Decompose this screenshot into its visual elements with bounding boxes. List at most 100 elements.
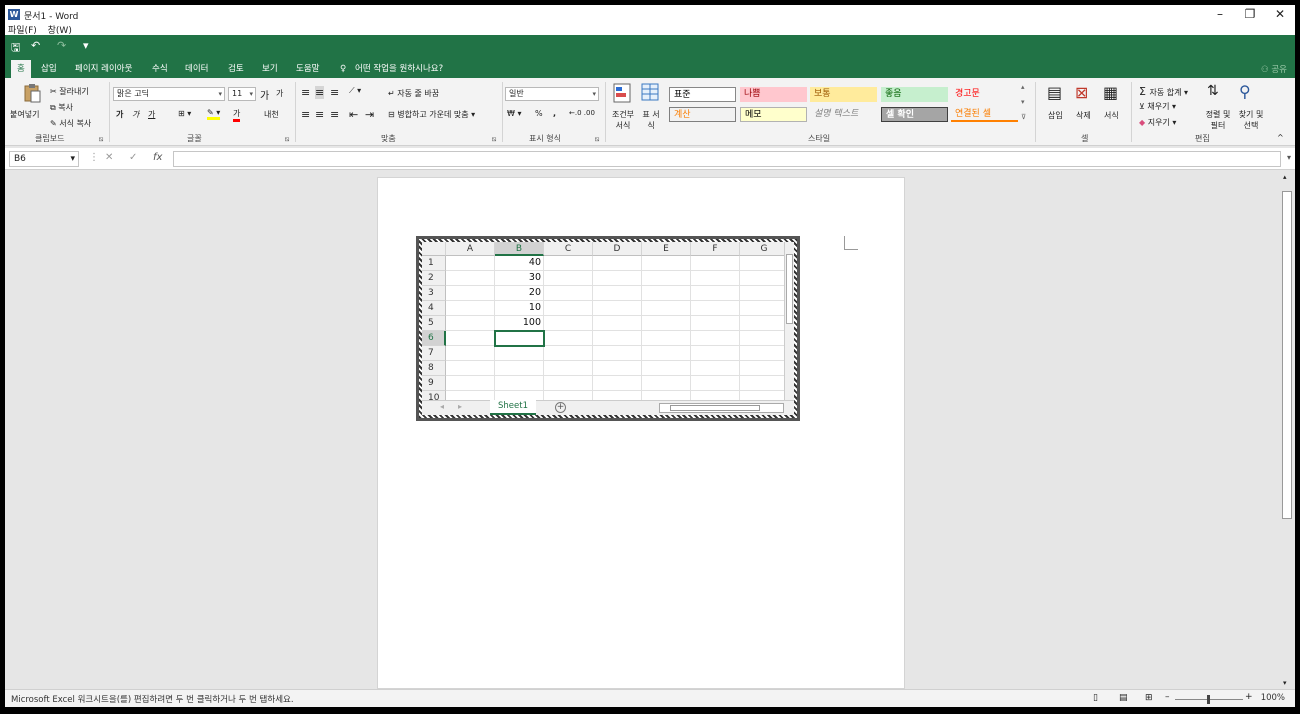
cell-e4[interactable] xyxy=(642,301,691,316)
horizontal-scrollbar[interactable] xyxy=(659,403,784,413)
cell-g4[interactable] xyxy=(740,301,789,316)
column-header-b[interactable]: B xyxy=(495,242,544,256)
align-top-icon[interactable]: ≡ xyxy=(301,86,310,99)
cell-b5[interactable]: 100 xyxy=(495,316,544,331)
row-header-2[interactable]: 2 xyxy=(422,271,446,286)
cell-f6[interactable] xyxy=(691,331,740,346)
cell-a6[interactable] xyxy=(446,331,495,346)
format-cells-icon[interactable]: ▦ xyxy=(1103,83,1118,102)
row-header-9[interactable]: 9 xyxy=(422,376,446,391)
bold-button[interactable]: 가 xyxy=(116,109,123,120)
underline-button[interactable]: 가 xyxy=(148,109,155,120)
merge-center-button[interactable]: ⊟ 병합하고 가운데 맞춤 ▾ xyxy=(388,109,475,120)
cell-g2[interactable] xyxy=(740,271,789,286)
fill-button[interactable]: ⊻ 채우기 ▾ xyxy=(1139,101,1176,112)
cell-c6[interactable] xyxy=(544,331,593,346)
cell-c3[interactable] xyxy=(544,286,593,301)
tab-home[interactable]: 홈 xyxy=(11,60,31,78)
formula-input[interactable] xyxy=(173,151,1281,167)
column-header-c[interactable]: C xyxy=(544,242,593,256)
cell-f4[interactable] xyxy=(691,301,740,316)
format-cells-button[interactable]: 서식 xyxy=(1104,110,1119,121)
prev-sheet-icon[interactable]: ◂ xyxy=(440,402,444,411)
currency-icon[interactable]: ₩ ▾ xyxy=(507,109,521,118)
cell-g5[interactable] xyxy=(740,316,789,331)
cell-f2[interactable] xyxy=(691,271,740,286)
row-header-5[interactable]: 5 xyxy=(422,316,446,331)
format-table-button[interactable]: 표 서식 xyxy=(639,109,663,131)
orientation-icon[interactable]: ⟋ ▾ xyxy=(349,86,361,96)
cut-button[interactable]: ✂ 잘라내기 xyxy=(50,86,89,97)
share-button[interactable]: ⚇ 공유 xyxy=(1261,63,1287,75)
embedded-worksheet[interactable]: ABCDEFG 1 40 2 30 3 20 4 10 5 100 6 7 8 9 10 ◂ ▸ Sheet… xyxy=(416,236,800,421)
cell-b9[interactable] xyxy=(495,376,544,391)
font-color-button[interactable]: 가 xyxy=(233,108,241,122)
read-mode-icon[interactable]: ▯ xyxy=(1093,693,1098,703)
cell-d5[interactable] xyxy=(593,316,642,331)
alignment-launcher-icon[interactable]: ⧅ xyxy=(492,135,496,144)
cell-style-4[interactable]: 좋음 xyxy=(881,87,948,102)
cell-d6[interactable] xyxy=(593,331,642,346)
cell-b8[interactable] xyxy=(495,361,544,376)
cell-e5[interactable] xyxy=(642,316,691,331)
cell-e7[interactable] xyxy=(642,346,691,361)
delete-cells-button[interactable]: 삭제 xyxy=(1076,110,1091,121)
zoom-out-icon[interactable]: – xyxy=(1165,692,1170,702)
scroll-down-icon[interactable]: ▾ xyxy=(1283,679,1287,687)
increase-decimal-button[interactable]: ←.0 .00 xyxy=(569,109,595,117)
cell-style-10[interactable]: 연결된 셀 xyxy=(951,107,1018,122)
cell-d1[interactable] xyxy=(593,256,642,271)
cell-f8[interactable] xyxy=(691,361,740,376)
cancel-icon[interactable]: ✕ xyxy=(105,152,113,163)
row-header-3[interactable]: 3 xyxy=(422,286,446,301)
cell-g9[interactable] xyxy=(740,376,789,391)
cell-a8[interactable] xyxy=(446,361,495,376)
cell-e8[interactable] xyxy=(642,361,691,376)
cell-style-1[interactable]: 표준 xyxy=(669,87,736,102)
border-icon[interactable]: ⊞ ▾ xyxy=(178,109,191,118)
find-select-button[interactable]: 찾기 및 선택 xyxy=(1235,109,1267,131)
tab-insert[interactable]: 삽입 xyxy=(41,60,57,78)
gallery-more-icon[interactable]: ⊽ xyxy=(1021,113,1026,121)
cell-f9[interactable] xyxy=(691,376,740,391)
phonetic-button[interactable]: 내천 xyxy=(264,109,279,120)
customize-qat-icon[interactable]: ▾ xyxy=(83,39,89,52)
conditional-format-icon[interactable] xyxy=(613,83,631,103)
sort-filter-button[interactable]: 정렬 및 필터 xyxy=(1202,109,1234,131)
copy-button[interactable]: ⧉ 복사 xyxy=(50,102,73,113)
cell-g7[interactable] xyxy=(740,346,789,361)
cell-style-2[interactable]: 나쁨 xyxy=(740,87,807,102)
cell-f3[interactable] xyxy=(691,286,740,301)
number-launcher-icon[interactable]: ⧅ xyxy=(595,135,599,144)
cell-a2[interactable] xyxy=(446,271,495,286)
scroll-thumb[interactable] xyxy=(670,405,760,411)
redo-icon[interactable]: ↷ xyxy=(57,39,66,52)
scroll-thumb[interactable] xyxy=(1282,191,1292,519)
next-sheet-icon[interactable]: ▸ xyxy=(458,402,462,411)
insert-function-button[interactable]: fx xyxy=(153,152,162,163)
align-middle-icon[interactable]: ≡ xyxy=(315,86,325,99)
tab-data[interactable]: 데이터 xyxy=(185,60,208,78)
vertical-scrollbar[interactable] xyxy=(784,242,794,400)
gallery-down-icon[interactable]: ▾ xyxy=(1021,98,1025,106)
number-format-select[interactable]: 일반 ▾ xyxy=(505,87,599,101)
scroll-thumb[interactable] xyxy=(786,254,793,324)
cell-f5[interactable] xyxy=(691,316,740,331)
column-header-a[interactable]: A xyxy=(446,242,495,256)
tab-review[interactable]: 검토 xyxy=(228,60,244,78)
cell-b7[interactable] xyxy=(495,346,544,361)
enter-icon[interactable]: ✓ xyxy=(129,152,137,163)
cell-a4[interactable] xyxy=(446,301,495,316)
autosum-button[interactable]: Σ 자동 합계 ▾ xyxy=(1139,85,1188,98)
align-right-icon[interactable]: ≡ xyxy=(330,108,339,121)
delete-cells-icon[interactable]: ⊠ xyxy=(1075,83,1088,102)
collapse-ribbon-icon[interactable]: ^ xyxy=(1277,133,1284,142)
tab-view[interactable]: 보기 xyxy=(262,60,278,78)
column-header-f[interactable]: F xyxy=(691,242,740,256)
increase-indent-icon[interactable]: ⇥ xyxy=(365,108,374,121)
clear-button[interactable]: ◆ 지우기 ▾ xyxy=(1139,117,1176,128)
format-table-icon[interactable] xyxy=(641,83,659,101)
cell-d3[interactable] xyxy=(593,286,642,301)
document-vertical-scrollbar[interactable]: ▴ ▾ xyxy=(1282,173,1292,687)
cell-d7[interactable] xyxy=(593,346,642,361)
